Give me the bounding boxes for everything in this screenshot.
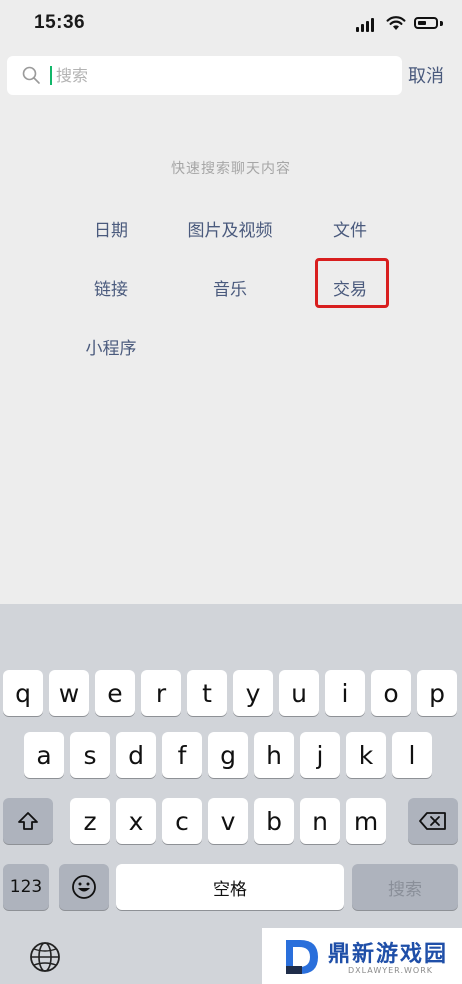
key-z[interactable]: z — [70, 798, 110, 844]
shift-key[interactable] — [3, 798, 53, 844]
text-cursor — [50, 66, 52, 85]
globe-icon[interactable] — [28, 940, 62, 974]
category-links[interactable]: 链接 — [46, 275, 176, 300]
key-t[interactable]: t — [187, 670, 227, 716]
key-q[interactable]: q — [3, 670, 43, 716]
cancel-button[interactable]: 取消 — [408, 62, 444, 88]
numbers-key[interactable]: 123 — [3, 864, 49, 910]
category-photos-videos[interactable]: 图片及视频 — [165, 216, 295, 241]
key-e[interactable]: e — [95, 670, 135, 716]
emoji-key[interactable] — [59, 864, 109, 910]
status-bar: 15:36 — [0, 0, 462, 50]
shift-icon — [18, 812, 38, 830]
watermark-domain: DXLAWYER.WORK — [348, 966, 433, 975]
highlight-box — [315, 258, 389, 308]
keyboard — [0, 604, 462, 984]
status-time: 15:36 — [34, 12, 86, 33]
search-input[interactable] — [56, 62, 386, 88]
space-key[interactable]: 空格 — [116, 864, 344, 910]
quick-search-title: 快速搜索聊天内容 — [171, 161, 291, 177]
watermark-brand: 鼎新游戏园 — [328, 942, 449, 967]
key-o[interactable]: o — [371, 670, 411, 716]
key-c[interactable]: c — [162, 798, 202, 844]
key-m[interactable]: m — [346, 798, 386, 844]
key-h[interactable]: h — [254, 732, 294, 778]
category-date[interactable]: 日期 — [46, 216, 176, 241]
key-d[interactable]: d — [116, 732, 156, 778]
key-l[interactable]: l — [392, 732, 432, 778]
key-v[interactable]: v — [208, 798, 248, 844]
emoji-icon — [72, 875, 96, 899]
key-k[interactable]: k — [346, 732, 386, 778]
category-music[interactable]: 音乐 — [165, 275, 295, 300]
search-key[interactable]: 搜索 — [352, 864, 458, 910]
key-u[interactable]: u — [279, 670, 319, 716]
watermark: 鼎新游戏园 DXLAWYER.WORK — [262, 928, 462, 984]
battery-icon — [414, 17, 438, 29]
key-s[interactable]: s — [70, 732, 110, 778]
key-r[interactable]: r — [141, 670, 181, 716]
search-icon — [22, 66, 40, 84]
battery-cap — [440, 21, 443, 26]
key-j[interactable]: j — [300, 732, 340, 778]
category-files[interactable]: 文件 — [285, 216, 415, 241]
key-a[interactable]: a — [24, 732, 64, 778]
wifi-icon — [386, 16, 406, 30]
watermark-logo-icon — [286, 940, 318, 974]
search-bar[interactable] — [7, 56, 402, 95]
key-f[interactable]: f — [162, 732, 202, 778]
category-mini-programs[interactable]: 小程序 — [46, 334, 176, 359]
key-b[interactable]: b — [254, 798, 294, 844]
backspace-key[interactable] — [408, 798, 458, 844]
key-x[interactable]: x — [116, 798, 156, 844]
key-p[interactable]: p — [417, 670, 457, 716]
key-y[interactable]: y — [233, 670, 273, 716]
key-w[interactable]: w — [49, 670, 89, 716]
key-n[interactable]: n — [300, 798, 340, 844]
cellular-signal-icon — [356, 18, 378, 32]
key-g[interactable]: g — [208, 732, 248, 778]
key-i[interactable]: i — [325, 670, 365, 716]
backspace-icon — [419, 812, 446, 830]
